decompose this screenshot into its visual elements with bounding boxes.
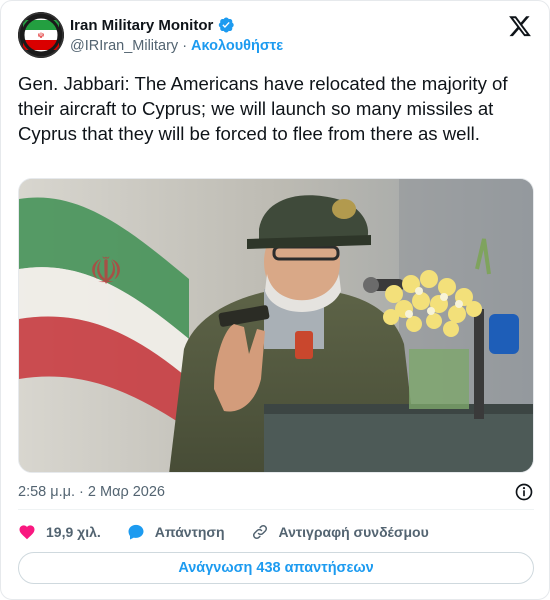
account-names: Iran Military Monitor @IRIran_Military ·… bbox=[70, 15, 283, 57]
general-speaking-photo: ☫ bbox=[19, 179, 533, 472]
tweet-header: ☫ Iran Military Monitor @IRIran_Military… bbox=[18, 12, 532, 58]
avatar[interactable]: ☫ bbox=[18, 12, 64, 58]
copy-link-button[interactable]: Αντιγραφή συνδέσμου bbox=[251, 523, 429, 541]
reply-button[interactable]: Απάντηση bbox=[127, 523, 225, 541]
reply-bubble-icon bbox=[128, 524, 144, 540]
reply-label: Απάντηση bbox=[154, 524, 225, 540]
tweet-card: ☫ Iran Military Monitor @IRIran_Military… bbox=[0, 0, 550, 600]
separator-dot: · bbox=[182, 38, 188, 54]
tweet-media-image[interactable]: ☫ bbox=[18, 178, 534, 473]
svg-text:☫: ☫ bbox=[89, 249, 123, 293]
verified-badge-icon bbox=[219, 17, 235, 33]
account-handle[interactable]: @IRIran_Military bbox=[70, 38, 178, 54]
divider bbox=[18, 509, 534, 510]
x-logo-icon[interactable] bbox=[508, 14, 532, 38]
svg-text:☫: ☫ bbox=[37, 31, 44, 40]
tweet-text: Gen. Jabbari: The Americans have relocat… bbox=[18, 73, 508, 144]
info-icon[interactable] bbox=[514, 482, 534, 502]
timestamp-row: 2:58 μ.μ. · 2 Μαρ 2026 bbox=[18, 482, 534, 504]
like-button[interactable]: 19,9 χιλ. bbox=[18, 523, 101, 541]
link-icon bbox=[252, 524, 267, 540]
copy-link-label: Αντιγραφή συνδέσμου bbox=[278, 524, 429, 540]
read-replies-button[interactable]: Ανάγνωση 438 απαντήσεων bbox=[18, 552, 534, 584]
action-bar: 19,9 χιλ. Απάντηση Αντιγραφή συνδέσμου bbox=[18, 520, 534, 544]
iran-flag-avatar-icon: ☫ bbox=[18, 12, 64, 58]
likes-count: 19,9 χιλ. bbox=[46, 524, 101, 540]
tweet-timestamp[interactable]: 2:58 μ.μ. · 2 Μαρ 2026 bbox=[18, 484, 165, 500]
heart-icon bbox=[19, 525, 35, 540]
follow-button[interactable]: Ακολουθήστε bbox=[191, 38, 283, 54]
display-name[interactable]: Iran Military Monitor bbox=[70, 17, 213, 34]
